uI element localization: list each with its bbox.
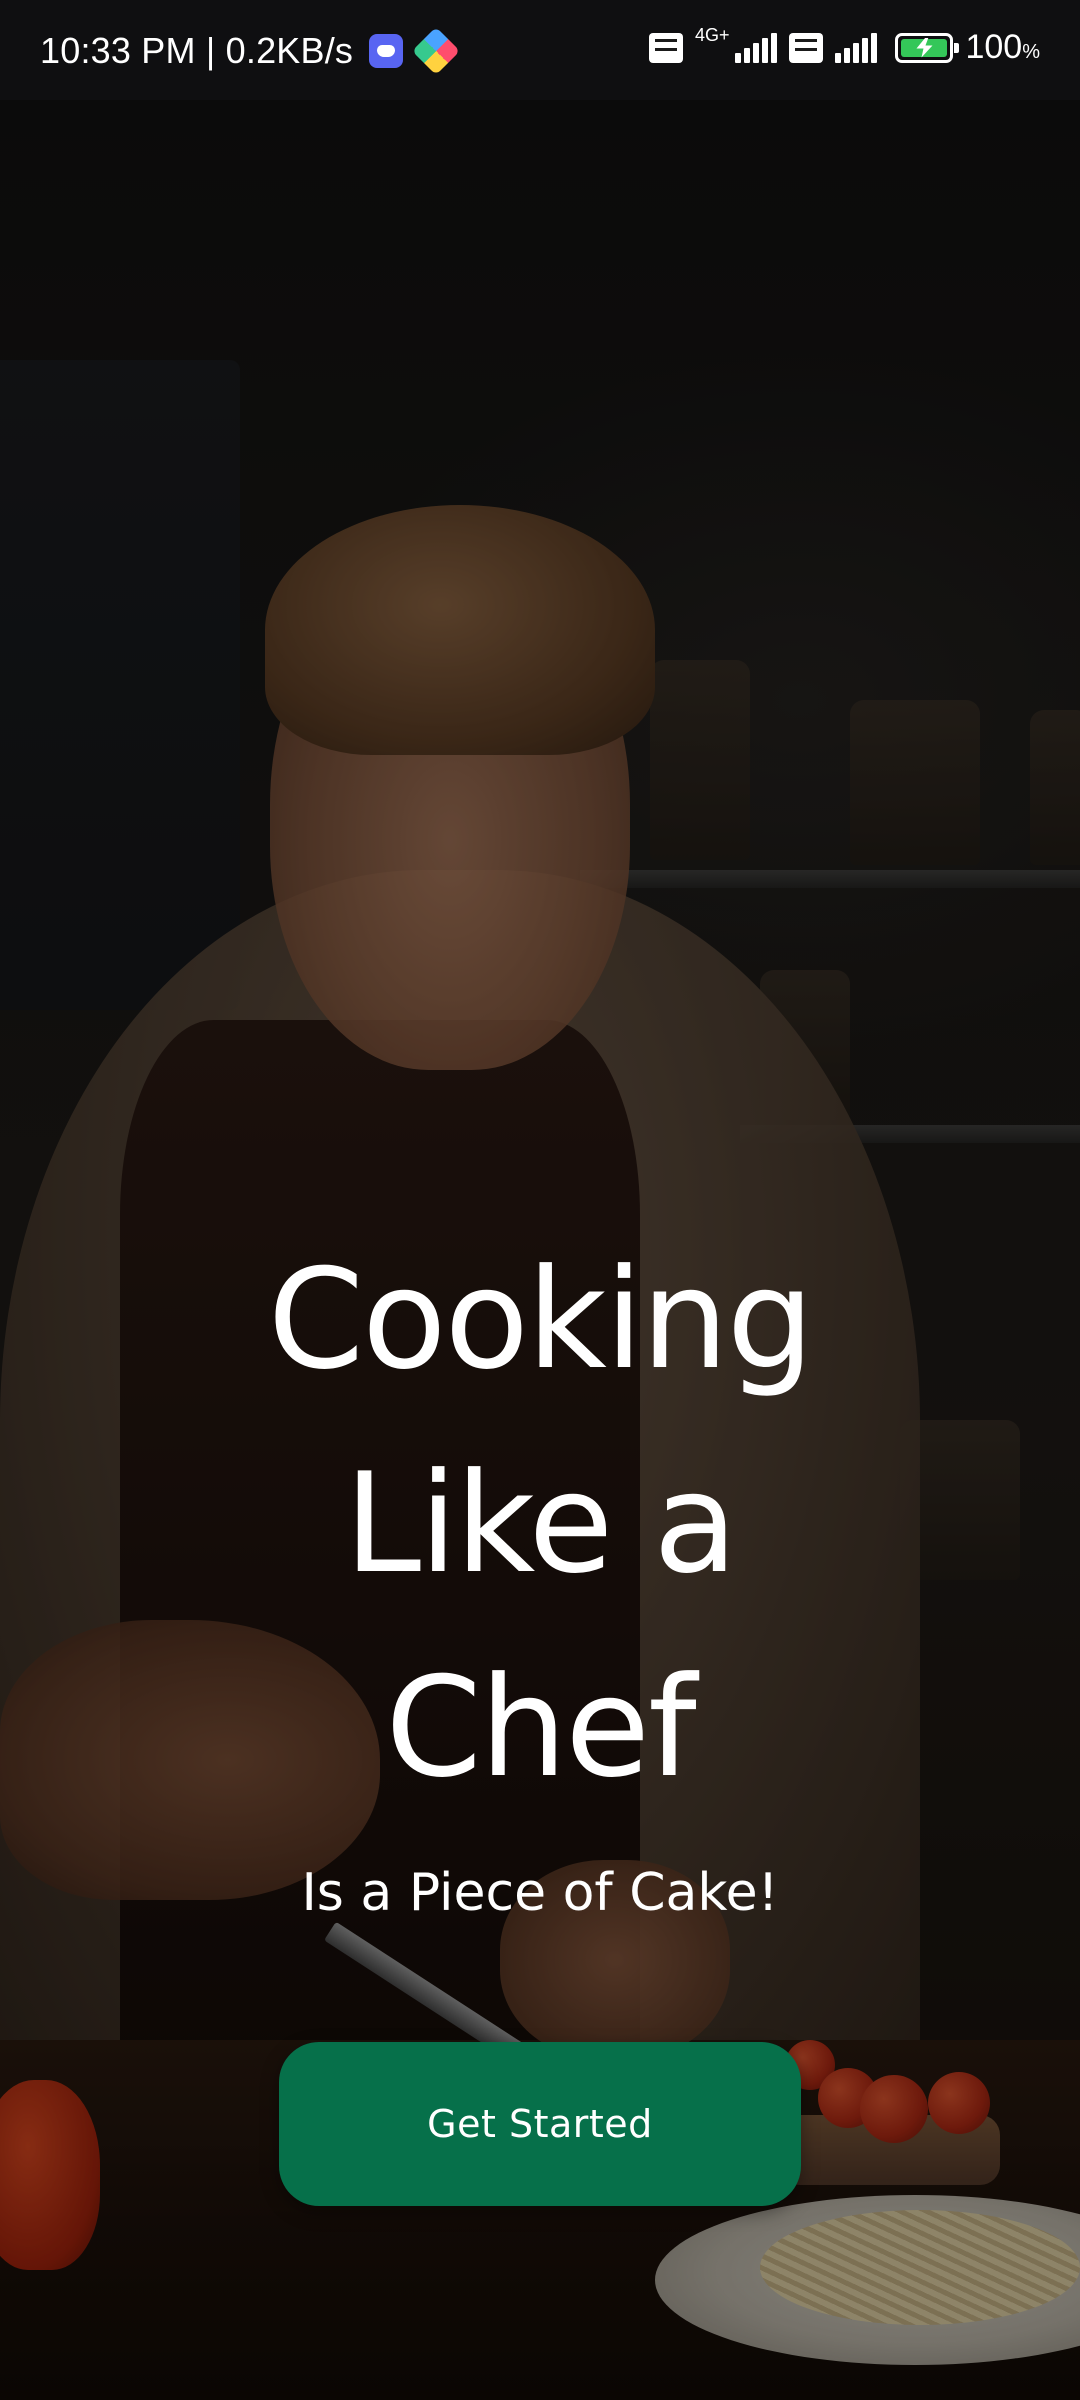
background-photo <box>0 0 1080 2400</box>
dark-overlay <box>0 0 1080 2400</box>
volte-icon <box>648 32 683 63</box>
battery-charging-icon <box>895 32 960 63</box>
status-right: 4G+ 100% <box>648 25 1040 67</box>
battery-percent-unit: % <box>1022 41 1040 63</box>
discord-icon <box>369 34 404 68</box>
status-bar: 10:33 PM | 0.2KB/s 4G+ 100% <box>0 0 1080 100</box>
get-started-button[interactable]: Get Started <box>279 2042 801 2206</box>
hero-title-line: Chef <box>385 1647 696 1808</box>
hero-title-line: Like a <box>344 1443 738 1604</box>
battery-percent-value: 100 <box>965 28 1023 66</box>
hero-title-line: Cooking <box>267 1239 815 1400</box>
status-left: 10:33 PM | 0.2KB/s <box>40 26 461 76</box>
status-time-speed: 10:33 PM | 0.2KB/s <box>40 30 354 71</box>
signal-icon <box>835 32 878 63</box>
network-type: 4G+ <box>694 25 730 45</box>
hero-subtitle: Is a Piece of Cake! <box>301 1863 779 1923</box>
photos-icon <box>412 26 461 76</box>
signal-icon <box>735 32 778 63</box>
hero-title: Cooking Like a Chef <box>0 1218 1080 1830</box>
volte-icon <box>789 32 824 63</box>
onboarding-screen: 10:33 PM | 0.2KB/s 4G+ 100% Cooking Like… <box>0 0 1080 2400</box>
battery-percent: 100% <box>965 28 1040 67</box>
charging-bolt-icon <box>916 37 933 58</box>
